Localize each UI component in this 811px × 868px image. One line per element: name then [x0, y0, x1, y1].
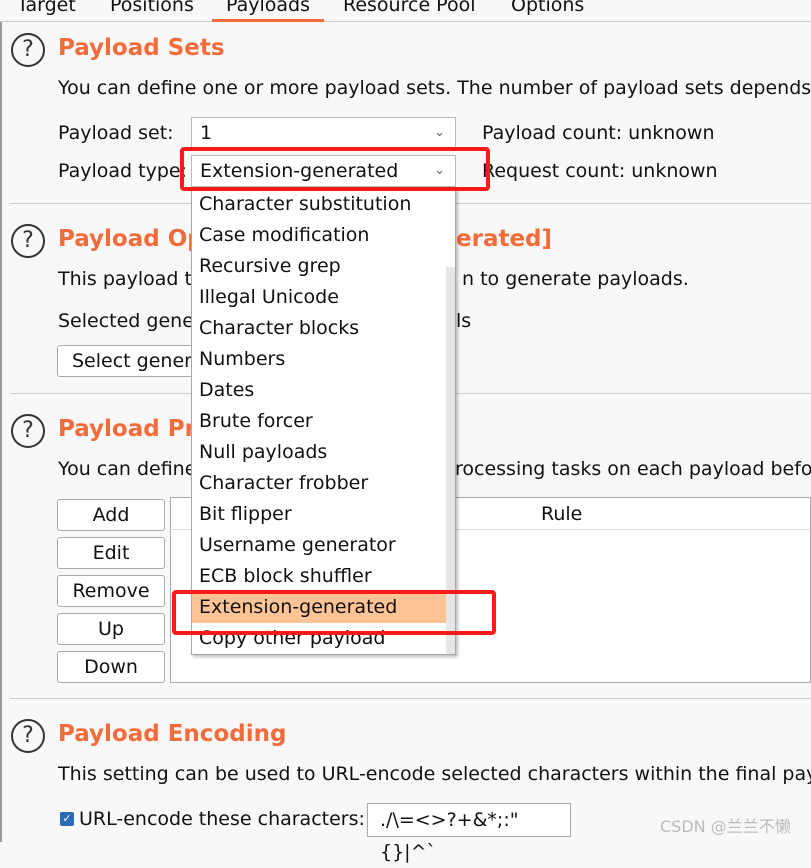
payload-set-label: Payload set: — [58, 122, 174, 144]
payload-options-title: Payload Op — [58, 226, 204, 252]
payload-sets-description: You can define one or more payload sets.… — [58, 77, 811, 99]
help-icon[interactable]: ? — [11, 33, 45, 67]
help-icon[interactable]: ? — [11, 224, 45, 258]
selected-generator-value: ls — [456, 310, 472, 332]
add-button[interactable]: Add — [57, 499, 165, 531]
url-encode-characters-input[interactable]: ./\=<>?+&*;:"{}|^` — [367, 803, 571, 863]
annotation-box — [172, 590, 496, 635]
up-button[interactable]: Up — [57, 613, 165, 645]
dropdown-option[interactable]: Username generator — [192, 530, 446, 561]
column-header-rule[interactable]: Rule — [541, 503, 582, 525]
payload-processing-title: Payload Pr — [58, 416, 196, 442]
dropdown-option[interactable]: ECB block shuffler — [192, 561, 446, 592]
divider — [10, 698, 811, 699]
payload-encoding-description: This setting can be used to URL-encode s… — [58, 763, 811, 785]
dropdown-option[interactable]: Character substitution — [192, 189, 446, 220]
annotation-box — [180, 147, 490, 191]
dropdown-option[interactable]: Recursive grep — [192, 251, 446, 282]
payload-encoding-title: Payload Encoding — [58, 721, 287, 747]
payload-options-description: This payload t — [58, 268, 192, 290]
payload-processing-description-end: rocessing tasks on each payload befo — [455, 458, 811, 480]
down-button[interactable]: Down — [57, 651, 165, 683]
payload-processing-description: You can define — [58, 458, 197, 480]
payload-count: Payload count: unknown — [482, 122, 715, 144]
dropdown-option[interactable]: Case modification — [192, 220, 446, 251]
tab-bar: Target Positions Payloads Resource Pool … — [0, 0, 811, 22]
payload-set-select[interactable]: 1 ⌄ — [191, 117, 456, 149]
edit-button[interactable]: Edit — [57, 537, 165, 569]
dropdown-option[interactable]: Brute forcer — [192, 406, 446, 437]
dropdown-option[interactable]: Null payloads — [192, 437, 446, 468]
left-border — [0, 22, 2, 842]
selected-generator-label: Selected gene — [58, 310, 194, 332]
payload-options-description-end: n to generate payloads. — [462, 268, 689, 290]
tab-options[interactable]: Options — [511, 0, 584, 16]
url-encode-checkbox[interactable]: ✓ — [60, 812, 74, 826]
tab-payloads[interactable]: Payloads — [212, 0, 324, 22]
payload-options-title-end: erated] — [456, 226, 553, 252]
payload-type-label: Payload type: — [58, 160, 187, 182]
tab-resource-pool[interactable]: Resource Pool — [343, 0, 475, 16]
help-icon[interactable]: ? — [11, 719, 45, 753]
dropdown-option[interactable]: Illegal Unicode — [192, 282, 446, 313]
payload-set-value: 1 — [200, 122, 213, 144]
url-encode-label: URL-encode these characters: — [79, 808, 365, 830]
tab-positions[interactable]: Positions — [110, 0, 194, 16]
watermark: CSDN @兰兰不懒 — [660, 817, 791, 836]
help-icon[interactable]: ? — [11, 414, 45, 448]
payload-type-dropdown[interactable]: Character substitution Case modification R… — [191, 188, 456, 655]
dropdown-option[interactable]: Numbers — [192, 344, 446, 375]
dropdown-option[interactable]: Character frobber — [192, 468, 446, 499]
payload-sets-title: Payload Sets — [58, 35, 225, 61]
request-count: Request count: unknown — [482, 160, 718, 182]
chevron-down-icon: ⌄ — [434, 125, 445, 140]
dropdown-option[interactable]: Bit flipper — [192, 499, 446, 530]
dropdown-option[interactable]: Character blocks — [192, 313, 446, 344]
remove-button[interactable]: Remove — [57, 575, 165, 607]
tab-target[interactable]: Target — [17, 0, 76, 16]
dropdown-option[interactable]: Dates — [192, 375, 446, 406]
